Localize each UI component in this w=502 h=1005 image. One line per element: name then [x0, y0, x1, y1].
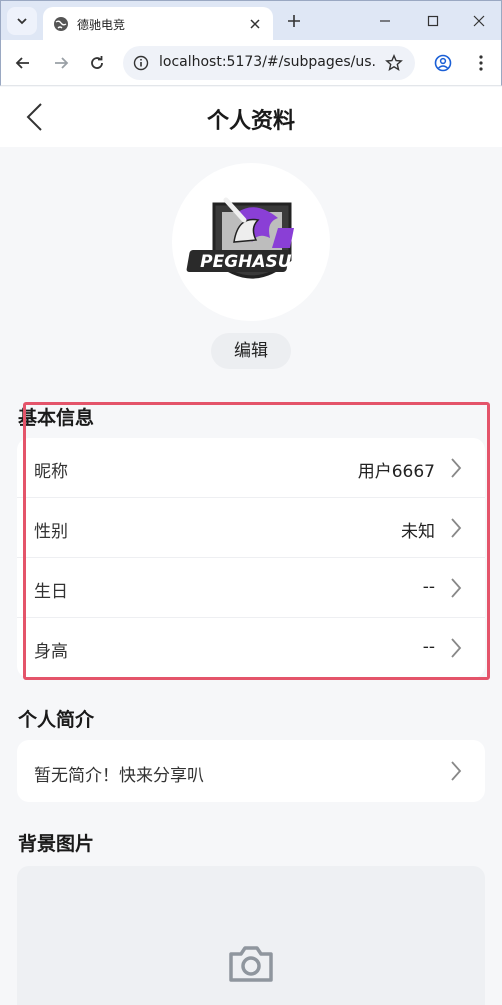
- info-row-label: 性别: [34, 522, 68, 542]
- site-info-icon[interactable]: [129, 51, 153, 75]
- pegasus-logo: PEGHASUS: [186, 197, 304, 279]
- chevron-right-icon: [449, 759, 463, 783]
- close-tab-icon[interactable]: [245, 14, 265, 34]
- forward-nav-button[interactable]: [49, 51, 73, 75]
- bookmark-star-icon[interactable]: [383, 52, 405, 74]
- browser-menu-button[interactable]: [469, 51, 493, 75]
- tab-search-button[interactable]: [7, 7, 37, 35]
- arrow-left-icon: [15, 57, 29, 69]
- profile-button[interactable]: [431, 51, 455, 75]
- browser-tab[interactable]: 德驰电竞: [43, 7, 273, 41]
- logo-text: PEGHASUS: [200, 252, 304, 272]
- account-icon: [434, 54, 452, 72]
- info-row-value: --: [422, 637, 435, 657]
- camera-icon: [229, 946, 273, 982]
- back-nav-button[interactable]: [11, 51, 35, 75]
- chevron-right-icon: [449, 576, 463, 600]
- basic-info-card: 昵称 用户6667 性别 未知 生日 -- 身高 --: [17, 438, 485, 678]
- browser-toolbar: localhost:5173/#/subpages/us...: [0, 40, 502, 86]
- info-row-value: 未知: [401, 522, 435, 542]
- info-row-gender[interactable]: 性别 未知: [17, 498, 485, 558]
- basic-info-title: 基本信息: [18, 407, 95, 429]
- globe-icon: [53, 16, 69, 32]
- maximize-button[interactable]: [421, 9, 445, 33]
- chevron-right-icon: [449, 636, 463, 660]
- background-title: 背景图片: [18, 833, 95, 855]
- chevron-right-icon: [449, 456, 463, 480]
- close-icon: [473, 15, 485, 27]
- background-image-upload[interactable]: [17, 866, 485, 1005]
- address-bar[interactable]: localhost:5173/#/subpages/us...: [123, 46, 415, 80]
- info-row-label: 生日: [34, 582, 68, 602]
- plus-icon: [288, 15, 300, 27]
- info-row-birthday[interactable]: 生日 --: [17, 558, 485, 618]
- chevron-down-icon: [17, 18, 27, 25]
- chevron-right-icon: [449, 516, 463, 540]
- maximize-icon: [427, 15, 439, 27]
- minimize-button[interactable]: [373, 9, 397, 33]
- info-row-height[interactable]: 身高 --: [17, 618, 485, 678]
- browser-tab-bar: 德驰电竞: [0, 0, 502, 41]
- bio-card[interactable]: 暂无简介！快来分享叭: [17, 740, 485, 802]
- new-tab-button[interactable]: [283, 10, 305, 32]
- minimize-icon: [380, 20, 390, 22]
- bio-title: 个人简介: [18, 709, 95, 731]
- info-row-label: 身高: [34, 642, 68, 662]
- app-header: 个人资料: [0, 87, 502, 147]
- more-vertical-icon: [479, 55, 483, 71]
- tab-title: 德驰电竞: [77, 17, 126, 32]
- close-window-button[interactable]: [467, 9, 491, 33]
- info-row-nickname[interactable]: 昵称 用户6667: [17, 438, 485, 498]
- bio-text: 暂无简介！快来分享叭: [34, 766, 204, 786]
- info-row-label: 昵称: [34, 462, 68, 482]
- url-text[interactable]: localhost:5173/#/subpages/us...: [159, 54, 377, 70]
- info-row-value: --: [422, 577, 435, 597]
- page-title: 个人资料: [206, 109, 295, 134]
- avatar[interactable]: PEGHASUS: [172, 163, 330, 321]
- info-row-value: 用户6667: [357, 462, 435, 482]
- edit-avatar-button[interactable]: 编辑: [211, 333, 291, 369]
- reload-button[interactable]: [85, 51, 109, 75]
- reload-icon: [91, 56, 103, 69]
- arrow-right-icon: [55, 57, 69, 69]
